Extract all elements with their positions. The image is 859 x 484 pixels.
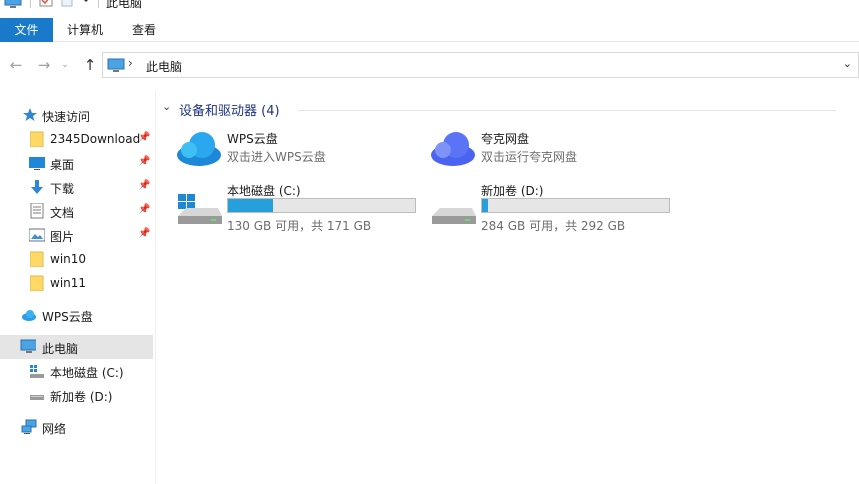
up-arrow-icon[interactable]: ↑ <box>80 54 100 76</box>
sidebar-item-downloads[interactable]: 下载 📌 <box>0 175 153 199</box>
quark-drive-tile[interactable]: 夸克网盘 双击运行夸克网盘 <box>430 128 680 178</box>
sidebar-item-this-pc[interactable]: 此电脑 <box>0 335 153 359</box>
sidebar-item-label: 2345Download <box>50 132 141 146</box>
address-row: ← → ⌄ ↑ › 此电脑 ⌄ <box>0 50 859 80</box>
desktop-icon <box>29 157 45 170</box>
sidebar-item-label: 文档 <box>50 206 75 220</box>
ribbon: 文件 计算机 查看 <box>0 18 859 42</box>
chevron-down-icon[interactable]: ⌄ <box>162 100 171 113</box>
tab-view[interactable]: 查看 <box>118 18 170 42</box>
title-separator <box>98 0 99 8</box>
chevron-right-icon[interactable]: › <box>128 56 133 70</box>
sidebar-item-label: WPS云盘 <box>42 310 93 324</box>
wps-cloud-tile[interactable]: WPS云盘 双击进入WPS云盘 <box>176 128 426 178</box>
sidebar-item-network[interactable]: 网络 <box>0 415 153 439</box>
tab-file[interactable]: 文件 <box>0 18 53 42</box>
sidebar-item-label: 网络 <box>42 422 67 436</box>
sidebar-item-label: 本地磁盘 (C:) <box>50 366 124 380</box>
title-bar: 此电脑 <box>0 0 859 12</box>
recent-locations-icon[interactable]: ⌄ <box>58 54 72 76</box>
computer-icon <box>4 0 22 8</box>
window-title: 此电脑 <box>106 0 143 10</box>
sidebar-item-label: 快速访问 <box>42 110 91 124</box>
pin-icon[interactable]: 📌 <box>138 156 150 167</box>
drive-usage-bar <box>227 198 416 213</box>
cloud-icon <box>22 310 36 321</box>
folder-icon <box>30 251 44 267</box>
sidebar-item-label: win11 <box>50 276 87 290</box>
pin-icon[interactable]: 📌 <box>138 228 150 239</box>
address-bar[interactable]: › 此电脑 ⌄ <box>102 52 859 78</box>
group-header[interactable]: ⌄ 设备和驱动器 (4) <box>160 96 836 120</box>
network-icon <box>21 419 37 434</box>
pin-icon[interactable]: 📌 <box>138 204 150 215</box>
drive-icon <box>30 395 44 400</box>
sidebar-item-win11[interactable]: win11 <box>0 271 153 295</box>
drive-usage-fill <box>482 199 488 212</box>
download-icon <box>31 180 43 194</box>
sidebar-item-label: 新加卷 (D:) <box>50 390 113 404</box>
group-title: 设备和驱动器 (4) <box>179 104 280 119</box>
item-name: WPS云盘 <box>227 132 278 146</box>
sidebar-item-label: win10 <box>50 252 87 266</box>
computer-icon <box>20 339 36 353</box>
sidebar-item-label: 下载 <box>50 182 75 196</box>
item-description: 双击运行夸克网盘 <box>481 150 578 164</box>
forward-arrow-icon[interactable]: → <box>34 54 54 76</box>
folder-icon <box>30 275 44 291</box>
pictures-icon <box>29 228 45 242</box>
drive-free-space: 284 GB 可用，共 292 GB <box>481 219 626 233</box>
sidebar-item-drive-d[interactable]: 新加卷 (D:) <box>0 383 153 407</box>
sidebar-item-quick-access[interactable]: 快速访问 <box>0 103 153 127</box>
customize-toolbar-icon[interactable] <box>81 0 91 10</box>
drive-usage-bar <box>481 198 670 213</box>
drive-c-tile[interactable]: 本地磁盘 (C:) 130 GB 可用，共 171 GB <box>176 180 426 233</box>
sidebar-item-desktop[interactable]: 桌面 📌 <box>0 151 153 175</box>
quark-cloud-icon <box>431 132 475 166</box>
drive-name: 新加卷 (D:) <box>481 184 544 198</box>
drive-d-tile[interactable]: 新加卷 (D:) 284 GB 可用，共 292 GB <box>430 180 680 233</box>
pin-icon[interactable]: 📌 <box>138 132 150 143</box>
sidebar-item-label: 此电脑 <box>42 342 79 356</box>
back-arrow-icon[interactable]: ← <box>6 54 26 76</box>
sidebar-item-documents[interactable]: 文档 📌 <box>0 199 153 223</box>
drive-free-space: 130 GB 可用，共 171 GB <box>227 219 372 233</box>
item-name: 夸克网盘 <box>481 132 530 146</box>
tab-computer[interactable]: 计算机 <box>58 18 112 42</box>
item-description: 双击进入WPS云盘 <box>227 150 326 164</box>
content-pane: ⌄ 设备和驱动器 (4) WPS云盘 双击进入WPS云盘 夸克网盘 双击运行夸克… <box>160 92 859 484</box>
sidebar-item-wps-cloud[interactable]: WPS云盘 <box>0 303 153 327</box>
document-icon <box>30 203 44 219</box>
sidebar-item-pictures[interactable]: 图片 📌 <box>0 223 153 247</box>
sidebar-item-label: 图片 <box>50 230 75 244</box>
folder-icon <box>30 131 44 147</box>
windows-drive-icon <box>30 365 44 378</box>
sidebar-item-label: 桌面 <box>50 158 75 172</box>
star-icon <box>23 108 37 121</box>
drive-icon <box>432 208 476 224</box>
title-separator <box>30 0 31 8</box>
new-folder-icon[interactable] <box>61 0 73 10</box>
sidebar-item-2345download[interactable]: 2345Download 📌 <box>0 127 153 151</box>
sidebar-item-win10[interactable]: win10 <box>0 247 153 271</box>
group-divider <box>298 110 836 111</box>
windows-drive-icon <box>178 194 222 224</box>
breadcrumb[interactable]: 此电脑 <box>146 58 182 75</box>
chevron-down-icon[interactable]: ⌄ <box>843 57 852 70</box>
drive-name: 本地磁盘 (C:) <box>227 184 301 198</box>
drive-usage-fill <box>228 199 273 212</box>
navigation-pane: 快速访问 2345Download 📌 桌面 📌 下载 📌 文档 📌 图片 📌 … <box>0 92 156 484</box>
wps-cloud-icon <box>177 132 221 166</box>
computer-icon <box>107 58 125 72</box>
properties-icon[interactable] <box>39 0 53 10</box>
sidebar-item-drive-c[interactable]: 本地磁盘 (C:) <box>0 359 153 383</box>
pin-icon[interactable]: 📌 <box>138 180 150 191</box>
